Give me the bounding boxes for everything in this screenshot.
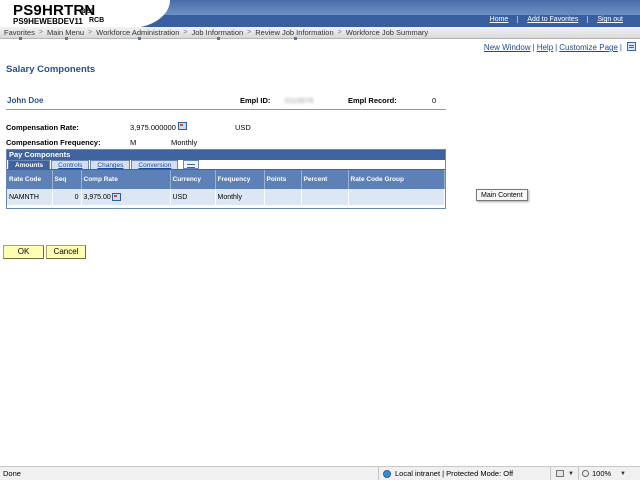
nav-favorites-label: Favorites (4, 28, 35, 37)
home-link[interactable]: Home (481, 16, 518, 23)
add-to-favorites-link[interactable]: Add to Favorites (517, 16, 587, 23)
dropdown-marker-icon (65, 37, 69, 40)
nav-job-information[interactable]: Job Information (187, 28, 247, 40)
column-header: Seq (52, 170, 82, 189)
calculator-icon[interactable] (178, 122, 187, 130)
empl-id-value: 0110076 (285, 96, 314, 105)
nav-job-information-label: Job Information (191, 28, 244, 37)
breadcrumb: Favorites > Main Menu > Workforce Admini… (0, 27, 640, 40)
dropdown-marker-icon (19, 37, 23, 40)
points-cell (264, 189, 302, 205)
database-name: PS9HEWEBDEV11 (13, 17, 83, 26)
help-link[interactable]: Help (537, 43, 553, 52)
main-content-tooltip: Main Content (476, 189, 528, 201)
status-divider (378, 467, 379, 480)
zoom-icon[interactable] (582, 470, 589, 477)
dropdown-marker-icon (217, 37, 221, 40)
zoom-level[interactable]: 100% (592, 467, 611, 480)
new-window-link[interactable]: New Window (484, 43, 531, 52)
show-all-columns-icon[interactable] (183, 160, 200, 169)
tab-conversion[interactable]: Conversion (131, 160, 179, 169)
status-divider (578, 467, 579, 480)
comp-rate-cell: 3,975.00 (81, 189, 171, 205)
nav-workforce-administration-label: Workforce Administration (96, 28, 180, 37)
nav-favorites[interactable]: Favorites (0, 28, 39, 40)
status-divider (550, 467, 551, 480)
column-header: Frequency (215, 170, 265, 189)
ok-button[interactable]: OK (3, 245, 44, 259)
percent-cell (301, 189, 349, 205)
pay-components-grid: Pay Components Amounts Controls Changes … (6, 149, 446, 209)
compensation-frequency-desc: Monthly (171, 138, 198, 147)
column-header: Currency (170, 170, 216, 189)
tab-controls[interactable]: Controls (51, 160, 90, 169)
tab-changes[interactable]: Changes (90, 160, 131, 169)
nav-workforce-job-summary[interactable]: Workforce Job Summary (342, 28, 432, 37)
globe-icon (383, 470, 391, 478)
header-links: Home Add to Favorites Sign out (481, 16, 632, 23)
app-version: 8.50 (82, 9, 94, 15)
header-band (140, 0, 640, 15)
compensation-frequency-label: Compensation Frequency: (6, 138, 101, 147)
grid-title: Pay Components (7, 150, 445, 160)
page-title: Salary Components (6, 64, 96, 75)
column-header: Rate Code Group (348, 170, 445, 189)
column-header: Points (264, 170, 302, 189)
rate-code-cell: NAMNTH (7, 189, 53, 205)
column-header: Rate Code (7, 170, 53, 189)
nav-main-menu-label: Main Menu (46, 28, 85, 37)
rate-code-group-cell (348, 189, 445, 205)
empl-id-label: Empl ID: (240, 96, 271, 105)
currency-cell: USD (170, 189, 216, 205)
site-code: RCB (89, 17, 105, 24)
status-text: Done (3, 469, 21, 478)
nav-workforce-administration[interactable]: Workforce Administration (92, 28, 183, 40)
tab-amounts[interactable]: Amounts (8, 160, 51, 169)
customize-page-link[interactable]: Customize Page (559, 43, 618, 52)
compensation-frequency-code: M (130, 138, 137, 147)
link-separator: | (619, 43, 622, 52)
frequency-cell: Monthly (215, 189, 265, 205)
compensation-rate-value: 3,975.000000 (130, 123, 176, 132)
employee-name: John Doe (7, 96, 44, 105)
column-header: Comp Rate (81, 170, 171, 189)
chevron-down-icon[interactable]: ▼ (568, 468, 574, 480)
nav-workforce-job-summary-label: Workforce Job Summary (345, 28, 429, 37)
comp-rate-value: 3,975.00 (83, 193, 111, 201)
page-links: New Window | Help | Customize Page | (484, 43, 624, 52)
dropdown-marker-icon (294, 37, 298, 40)
security-zone: Local intranet | Protected Mode: Off (395, 469, 514, 478)
nav-review-job-information[interactable]: Review Job Information (251, 28, 337, 40)
sign-out-link[interactable]: Sign out (587, 16, 632, 23)
app-header: PS9HRTRN 8.50 PS9HEWEBDEV11 RCB Home Add… (0, 0, 640, 28)
column-header: Percent (301, 170, 349, 189)
chevron-down-icon[interactable]: ▼ (620, 468, 626, 480)
protected-mode-icon[interactable] (556, 470, 564, 477)
compensation-currency: USD (235, 123, 251, 132)
browser-status-bar: Done Local intranet | Protected Mode: Of… (0, 466, 640, 480)
seq-cell: 0 (52, 189, 82, 205)
nav-main-menu[interactable]: Main Menu (43, 28, 88, 40)
compensation-rate-label: Compensation Rate: (6, 123, 79, 132)
pay-components-table: Rate Code Seq Comp Rate Currency Frequen… (7, 170, 445, 205)
table-row: NAMNTH 0 3,975.00 USD Monthly (7, 189, 445, 205)
dropdown-marker-icon (137, 37, 141, 40)
nav-review-job-information-label: Review Job Information (255, 28, 334, 37)
empl-record-label: Empl Record: (348, 96, 397, 105)
divider (6, 109, 446, 110)
calculator-icon[interactable] (111, 193, 121, 201)
cancel-button[interactable]: Cancel (46, 245, 86, 259)
page-layout-icon[interactable] (627, 42, 636, 51)
empl-record-value: 0 (432, 96, 437, 105)
grid-tabs: Amounts Controls Changes Conversion (7, 160, 445, 170)
